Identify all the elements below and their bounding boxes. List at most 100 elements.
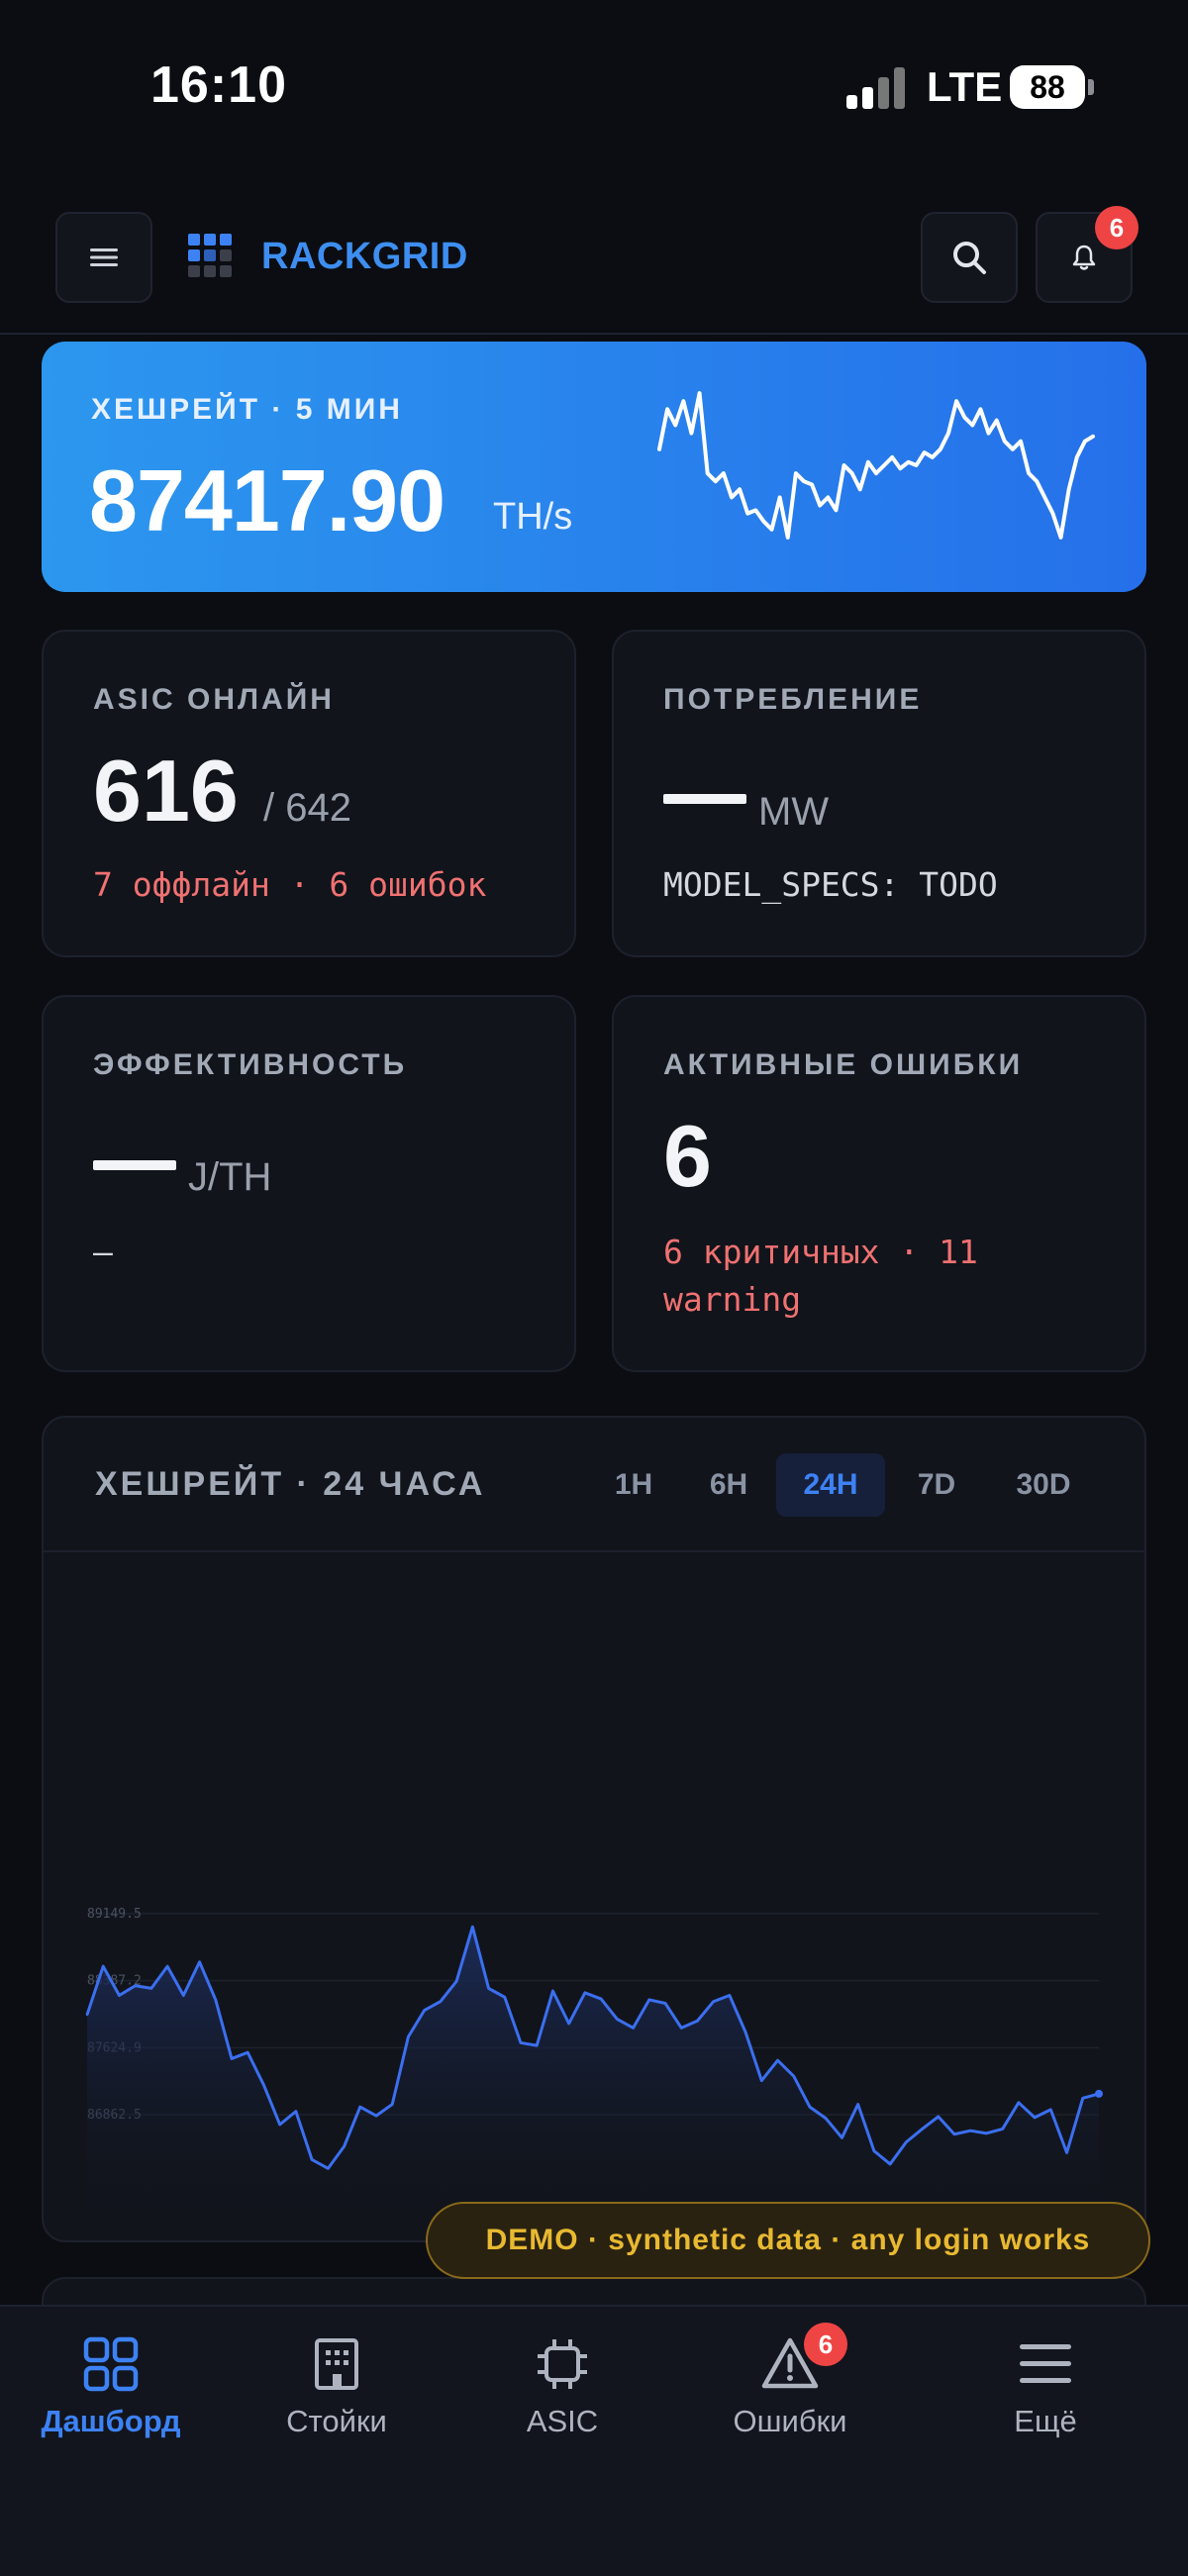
chart-point <box>118 1994 121 1997</box>
chart-point <box>230 2057 234 2060</box>
asic-online-card[interactable]: ASIC ОНЛАЙН 616 / 642 7 оффлайн · 6 ошиб… <box>42 630 576 957</box>
chart-point <box>471 1926 474 1929</box>
chart-point <box>841 2136 843 2139</box>
chart-point <box>182 1994 185 1997</box>
chart-panel-title: ХЕШРЕЙТ · 24 ЧАСА <box>95 1465 486 1503</box>
chart-point <box>1065 2151 1068 2154</box>
search-icon <box>953 242 986 274</box>
range-7d[interactable]: 7D <box>897 1453 976 1517</box>
chart-point <box>616 2018 619 2021</box>
chart-point <box>358 2106 361 2109</box>
chart-point <box>102 1965 105 1968</box>
chart-point <box>792 2074 795 2078</box>
battery-icon: 88 <box>1010 65 1085 109</box>
search-button[interactable] <box>921 212 1018 303</box>
chart-point <box>969 2129 972 2132</box>
chart-point <box>888 2162 892 2166</box>
asic-total: / 642 <box>263 786 351 830</box>
chart-point <box>262 2083 265 2087</box>
chart-point <box>85 2013 89 2017</box>
chart-point <box>294 2110 298 2113</box>
chart-point <box>632 2027 635 2030</box>
nav-errors[interactable]: 6 Ошибки <box>691 2323 889 2465</box>
y-tick-label: 89149.5 <box>87 1907 142 1922</box>
power-unit: MW <box>758 790 830 834</box>
signal-icon <box>846 67 906 109</box>
chart-point <box>921 2128 924 2130</box>
chart-point <box>407 2035 410 2038</box>
range-6h[interactable]: 6H <box>689 1453 768 1517</box>
nav-errors-label: Ошибки <box>733 2404 847 2438</box>
chart-point <box>937 2115 940 2119</box>
power-card[interactable]: ПОТРЕБЛЕНИЕ MW MODEL_SPECS: TODO <box>612 630 1146 957</box>
hero-value: 87417.90 <box>89 451 446 549</box>
efficiency-card[interactable]: ЭФФЕКТИВНОСТЬ J/TH – <box>42 995 576 1372</box>
hashrate-hero-card[interactable]: ХЕШРЕЙТ · 5 МИН 87417.90 TH/s <box>42 342 1146 592</box>
chart-point <box>856 2103 859 2106</box>
chart-point <box>214 1998 217 2002</box>
menu-icon <box>1020 2344 1071 2383</box>
brand-logo-icon <box>188 234 236 281</box>
chart-point <box>808 2106 812 2109</box>
chart-last-point <box>1095 2089 1103 2098</box>
bell-icon <box>1072 245 1096 270</box>
errors-card-label: АКТИВНЫЕ ОШИБКИ <box>663 1048 1024 1081</box>
errors-value: 6 <box>663 1107 712 1205</box>
chart-point <box>567 2022 570 2026</box>
chart-point <box>149 1987 153 1990</box>
hero-sparkline-line <box>657 391 1095 540</box>
notification-badge: 6 <box>1095 206 1138 249</box>
building-icon <box>315 2338 358 2390</box>
nav-more[interactable]: Ещё <box>946 2336 1144 2465</box>
chart-point <box>743 2031 747 2033</box>
status-time: 16:10 <box>150 56 287 114</box>
app-header: RACKGRID 6 <box>0 198 1188 335</box>
chart-point <box>985 2131 988 2135</box>
chart-point <box>696 2020 699 2023</box>
chart-point <box>712 2000 715 2003</box>
chart-point <box>423 2009 426 2012</box>
hashrate-chart-panel: ХЕШРЕЙТ · 24 ЧАСА 1H 6H 24H 7D 30D 89149… <box>42 1416 1146 2242</box>
chart-point <box>165 1965 169 1968</box>
efficiency-note: – <box>93 1233 113 1271</box>
chart-point <box>439 2000 443 2003</box>
chart-point <box>905 2140 908 2143</box>
chart-point <box>776 2058 779 2062</box>
hamburger-icon <box>90 248 118 266</box>
chart-point <box>1001 2128 1004 2130</box>
power-empty-value <box>663 794 746 804</box>
chart-point <box>536 2043 539 2047</box>
demo-banner: DEMO · synthetic data · any login works <box>426 2202 1150 2279</box>
chart-point <box>134 1984 137 1987</box>
power-note: MODEL_SPECS: TODO <box>663 865 998 904</box>
asic-card-label: ASIC ОНЛАЙН <box>93 683 335 716</box>
active-errors-card[interactable]: АКТИВНЫЕ ОШИБКИ 6 6 критичных · 11 warni… <box>612 995 1146 1372</box>
chart-panel-header: ХЕШРЕЙТ · 24 ЧАСА 1H 6H 24H 7D 30D <box>44 1418 1144 1552</box>
chart-point <box>454 1980 458 1983</box>
range-24h[interactable]: 24H <box>776 1453 885 1517</box>
chart-point <box>374 2114 378 2118</box>
nav-asic[interactable]: ASIC <box>463 2336 661 2465</box>
status-bar: 16:10 LTE 88 <box>0 0 1188 178</box>
chart-point <box>1017 2101 1021 2104</box>
chart-point <box>583 1991 587 1995</box>
range-30d[interactable]: 30D <box>994 1453 1093 1517</box>
nav-dashboard-label: Дашборд <box>41 2404 181 2438</box>
chart-point <box>599 1997 603 2001</box>
chart-point <box>198 1960 201 1963</box>
hero-unit: TH/s <box>493 496 573 538</box>
chart-point <box>1049 2108 1052 2112</box>
chart-point <box>663 2002 667 2005</box>
chart-point <box>503 1996 506 1999</box>
efficiency-empty-value <box>93 1160 176 1170</box>
chart-point <box>391 2103 394 2106</box>
nav-racks[interactable]: Стойки <box>238 2336 436 2465</box>
chart-point <box>327 2167 330 2170</box>
brand-name[interactable]: RACKGRID <box>261 236 468 278</box>
chip-icon <box>538 2339 587 2389</box>
nav-dashboard[interactable]: Дашборд <box>12 2336 210 2465</box>
menu-button[interactable] <box>55 212 152 303</box>
chart-point <box>278 2123 281 2127</box>
range-1h[interactable]: 1H <box>594 1453 673 1517</box>
errors-note: 6 критичных · 11 warning <box>663 1233 978 1319</box>
